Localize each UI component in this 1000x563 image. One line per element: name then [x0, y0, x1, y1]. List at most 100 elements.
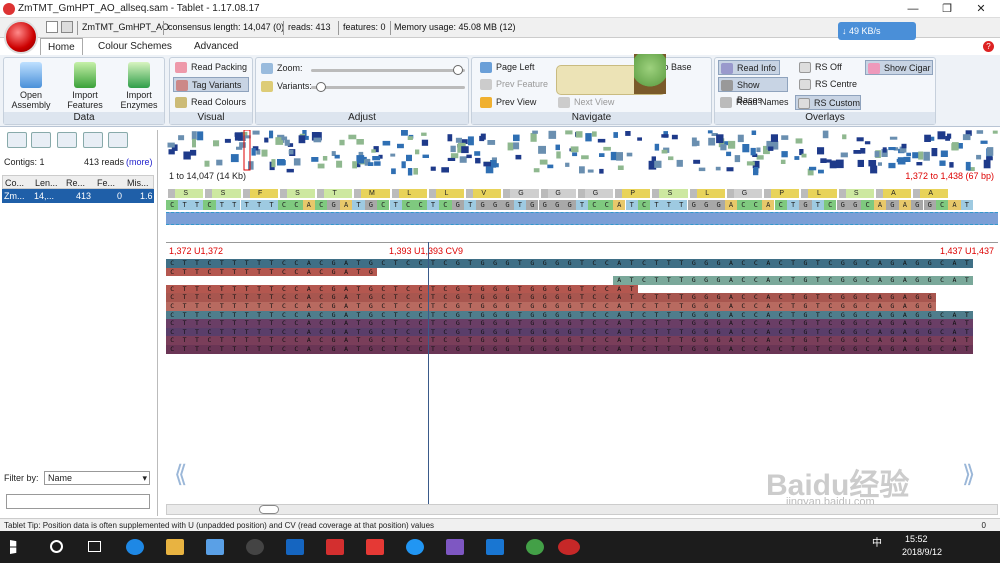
help-icon[interactable]: ?	[983, 41, 994, 52]
horizontal-scrollbar[interactable]	[166, 504, 998, 515]
colour-tab[interactable]	[83, 132, 103, 148]
clock-time[interactable]: 15:52	[905, 534, 928, 544]
read-base: T	[182, 259, 187, 267]
coverage-mark	[801, 153, 807, 158]
col-header[interactable]: Re...	[66, 178, 85, 188]
read[interactable]: ATCTTTGGGACCACTGTCGGCAGAGGCAT	[613, 276, 974, 285]
import-features-button[interactable]: Import Features	[62, 62, 108, 110]
read[interactable]: CTTCTTTTTCCACGATGCTCCTCGTGGGTGGGGTCCAT	[166, 284, 638, 294]
read[interactable]: CTTCTTTTTCCACGATGCTCCTCGTGGGTGGGGTCCATCT…	[166, 319, 974, 328]
tag-variants-button[interactable]: Tag Variants	[173, 77, 249, 92]
read[interactable]: CTTCTTTTTCCACGATGCTCCTCGTGGGTGGGGTCCATCT…	[166, 327, 974, 337]
read-base: T	[679, 345, 684, 353]
page-left-arrow-icon[interactable]: ⟪	[174, 460, 200, 488]
read-base: G	[716, 302, 721, 310]
filter-select[interactable]: Name ▾	[44, 471, 150, 485]
windows-start-icon[interactable]	[10, 540, 17, 554]
rs-custom-button[interactable]: RS Custom	[795, 95, 861, 110]
tab-colour-schemes[interactable]: Colour Schemes	[91, 38, 179, 55]
col-header[interactable]: Mis...	[127, 178, 149, 188]
task-view-icon[interactable]	[88, 541, 101, 552]
read[interactable]: CTTCTTTTTCCACGATGCTCCTCGTGGGTGGGGTCCATCT…	[166, 345, 974, 354]
save-icon[interactable]	[61, 21, 73, 33]
show-cigar-button[interactable]: Show Cigar	[865, 60, 933, 75]
ie-icon[interactable]	[126, 539, 144, 555]
coverage-overview[interactable]	[166, 130, 998, 185]
table-row[interactable]: Zm... 14,... 413 0 1.6	[2, 189, 154, 203]
reads-area[interactable]: CTTCTTTTTCCACGATGCTCCTCGTGGGTGGGGTCCATCT…	[166, 259, 998, 354]
ime-indicator[interactable]: 中	[872, 534, 882, 549]
coverage-mark	[178, 135, 185, 141]
variants-slider[interactable]	[311, 82, 465, 92]
filter-input[interactable]	[6, 494, 150, 509]
clock-date[interactable]: 2018/9/12	[902, 547, 942, 557]
coverage-mark	[737, 134, 744, 143]
word-icon[interactable]	[486, 539, 504, 555]
help-icon[interactable]	[46, 21, 58, 33]
tablet-app-icon[interactable]	[558, 539, 580, 555]
contigs-tab[interactable]	[7, 132, 27, 148]
next-view-button[interactable]: Next View	[556, 95, 614, 110]
app-menu-button[interactable]	[4, 20, 38, 54]
en-icon[interactable]	[246, 539, 264, 555]
features-tab[interactable]	[31, 132, 51, 148]
edge-icon[interactable]	[286, 539, 304, 555]
coverage-mark	[441, 167, 449, 173]
tab-advanced[interactable]: Advanced	[187, 38, 245, 55]
more-link[interactable]: (more)	[126, 157, 153, 167]
scrollbar-thumb[interactable]	[259, 505, 279, 514]
col-header[interactable]: Fe...	[97, 178, 115, 188]
read-base: C	[940, 319, 945, 328]
app-icon[interactable]	[366, 539, 384, 555]
prev-feature-button[interactable]: Prev Feature	[478, 77, 548, 92]
coverage-mark	[986, 156, 993, 161]
youdao-icon[interactable]	[326, 539, 344, 555]
tablet-tip: Tablet Tip: Position data is often suppl…	[4, 521, 435, 530]
search-icon[interactable]	[50, 540, 63, 553]
baidu-netdisk-icon[interactable]	[406, 539, 424, 555]
read[interactable]: CTTCTTTTTCCACGATGCTCCTCGTGGGTGGGGTCCATCT…	[166, 302, 936, 311]
prev-view-button[interactable]: Prev View	[478, 95, 536, 110]
app-icon[interactable]	[446, 539, 464, 555]
file-explorer-icon[interactable]	[166, 539, 184, 555]
read[interactable]: CTTCTTTTTCCACGATGCTCCTCGTGGGTGGGGTCCATCT…	[166, 293, 936, 302]
rs-off-button[interactable]: RS Off	[797, 60, 842, 75]
rs-centre-label: RS Centre	[815, 79, 858, 89]
read-base: C	[753, 327, 758, 336]
zoom-slider-knob[interactable]	[452, 65, 463, 75]
page-left-button[interactable]: Page Left	[478, 60, 535, 75]
read[interactable]: CTTCTTTTTCCACGATG	[166, 267, 378, 277]
read-base: C	[940, 310, 945, 319]
wechat-icon[interactable]	[526, 539, 544, 555]
read[interactable]: CTTCTTTTTCCACGATGCTCCTCGTGGGTGGGGTCCATCT…	[166, 310, 974, 320]
reads-tab[interactable]	[57, 132, 77, 148]
col-header[interactable]: Len...	[35, 178, 58, 188]
coverage-mark	[901, 143, 907, 149]
tab-home[interactable]: Home	[40, 38, 83, 55]
col-header[interactable]: Co...	[5, 178, 24, 188]
open-assembly-button[interactable]: Open Assembly	[8, 62, 54, 110]
page-right-arrow-icon[interactable]: ⟫	[962, 460, 988, 488]
import-enzymes-button[interactable]: Import Enzymes	[116, 62, 162, 110]
minimize-button[interactable]: —	[896, 0, 930, 18]
read-packing-button[interactable]: Read Packing	[173, 60, 249, 75]
coverage-mark	[547, 164, 554, 169]
coverage-mark	[949, 162, 954, 168]
read[interactable]: CTTCTTTTTCCACGATGCTCCTCGTGGGTGGGGTCCATCT…	[166, 259, 974, 268]
maximize-button[interactable]: ❐	[930, 0, 964, 18]
variants-slider-knob[interactable]	[315, 82, 326, 92]
read-base: T	[356, 293, 361, 302]
read-info-button[interactable]: Read Info	[718, 60, 780, 75]
read-colours-button[interactable]: Read Colours	[173, 95, 249, 110]
close-button[interactable]: ✕	[964, 0, 998, 18]
search-tab[interactable]	[108, 132, 128, 148]
show-bases-button[interactable]: Show Bases	[718, 77, 788, 105]
zoom-slider[interactable]	[311, 65, 465, 75]
read[interactable]: CTTCTTTTTCCACGATGCTCCTCGTGGGTGGGGTCCATCT…	[166, 336, 974, 345]
read-base: T	[244, 327, 249, 336]
read-base: C	[592, 319, 597, 328]
read-base: C	[443, 302, 448, 310]
rs-centre-button[interactable]: RS Centre	[797, 77, 857, 92]
read-names-button[interactable]: Read Names	[718, 95, 789, 110]
app-icon[interactable]	[206, 539, 224, 555]
